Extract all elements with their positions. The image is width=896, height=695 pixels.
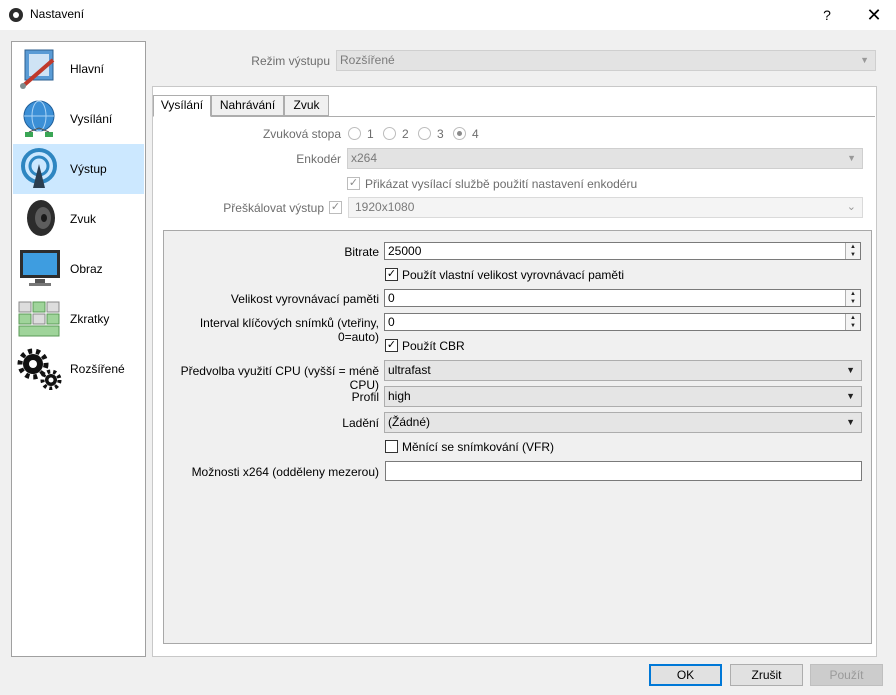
keyframe-interval-input[interactable]: 0 ▲ ▼ <box>384 313 861 331</box>
stream-globe-icon <box>23 100 55 137</box>
speaker-icon <box>27 200 55 236</box>
keyboard-icon <box>18 301 60 337</box>
x264-options-label: Možnosti x264 (odděleny mezerou) <box>191 465 379 479</box>
vfr-label: Měnící se snímkování (VFR) <box>402 440 555 454</box>
audio-track-radio-2[interactable] <box>383 127 396 140</box>
ok-button[interactable]: OK <box>649 664 722 686</box>
profile-value: high <box>388 389 411 403</box>
keyframe-interval-value: 0 <box>388 315 395 329</box>
buffer-size-input[interactable]: 0 ▲ ▼ <box>384 289 861 307</box>
rescale-select[interactable]: 1920x1080 ⌄ <box>348 197 863 218</box>
sidebar-item-label: Hlavní <box>70 62 105 76</box>
chevron-down-icon: ▼ <box>860 55 869 65</box>
sidebar-item-label: Zvuk <box>70 212 97 226</box>
output-mode-value: Rozšířené <box>340 53 395 67</box>
encoder-select[interactable]: x264 ▼ <box>347 148 863 169</box>
gears-icon <box>17 348 62 390</box>
obs-logo-icon <box>9 8 23 22</box>
audio-track-radio-label: 4 <box>472 127 479 141</box>
general-icon <box>20 49 55 89</box>
audio-track-radio-1[interactable] <box>348 127 361 140</box>
settings-sidebar: Hlavní Vysílání Výstup Zvuk Obraz Zkratk… <box>11 41 146 657</box>
sidebar-item-stream[interactable]: Vysílání <box>13 94 144 144</box>
tab-streaming[interactable]: Vysílání <box>153 95 211 117</box>
sidebar-item-label: Vysílání <box>70 112 113 126</box>
encoder-label: Enkodér <box>296 152 341 166</box>
profile-select[interactable]: high ▼ <box>384 386 862 407</box>
output-mode-select[interactable]: Rozšířené ▼ <box>336 50 876 71</box>
tune-label: Ladění <box>342 416 379 430</box>
sidebar-item-label: Zkratky <box>70 312 110 326</box>
tab-recording[interactable]: Nahrávání <box>211 95 284 116</box>
sidebar-item-label: Rozšířené <box>70 362 125 376</box>
rescale-value: 1920x1080 <box>355 200 415 214</box>
sidebar-item-output[interactable]: Výstup <box>13 144 144 194</box>
keyframe-interval-stepper[interactable]: ▲ ▼ <box>845 314 860 330</box>
encoder-value: x264 <box>351 151 378 165</box>
bitrate-value: 25000 <box>388 244 422 258</box>
chevron-down-icon: ▼ <box>847 153 856 163</box>
title-bar: Nastavení ? ✕ <box>0 0 896 30</box>
chevron-down-icon: ⌄ <box>846 201 856 213</box>
keyframe-interval-label: Interval klíčových snímků (vteřiny, 0=au… <box>199 316 379 344</box>
sidebar-item-label: Výstup <box>70 162 107 176</box>
window-title: Nastavení <box>30 7 85 21</box>
apply-button[interactable]: Použít <box>810 664 883 686</box>
tune-value: (Žádné) <box>388 415 431 429</box>
custom-buffer-checkbox[interactable]: ✓ <box>385 268 398 281</box>
audio-track-radio-label: 1 <box>367 127 374 141</box>
buffer-size-value: 0 <box>388 291 395 305</box>
monitor-icon <box>20 250 60 286</box>
cancel-button[interactable]: Zrušit <box>730 664 803 686</box>
chevron-down-icon: ▼ <box>846 417 855 427</box>
chevron-down-icon: ▼ <box>846 365 855 375</box>
sidebar-item-general[interactable]: Hlavní <box>13 44 144 94</box>
enforce-encoder-checkbox[interactable]: ✓ <box>347 177 360 190</box>
chevron-down-icon: ▼ <box>846 391 855 401</box>
profile-label: Profil <box>351 390 379 404</box>
enforce-encoder-label: Přikázat vysílací službě použití nastave… <box>365 177 638 191</box>
sidebar-item-hotkeys[interactable]: Zkratky <box>13 294 144 344</box>
tab-audio[interactable]: Zvuk <box>284 95 329 116</box>
sidebar-item-advanced[interactable]: Rozšířené <box>13 344 144 394</box>
buffer-size-label: Velikost vyrovnávací paměti <box>230 292 379 306</box>
audio-track-radio-label: 3 <box>437 127 444 141</box>
tune-select[interactable]: (Žádné) ▼ <box>384 412 862 433</box>
vfr-checkbox[interactable] <box>385 440 398 453</box>
bitrate-input[interactable]: 25000 ▲ ▼ <box>384 242 861 260</box>
cpu-preset-value: ultrafast <box>388 363 431 377</box>
custom-buffer-label: Použít vlastní velikost vyrovnávací pamě… <box>402 268 625 282</box>
output-broadcast-icon <box>21 148 57 188</box>
rescale-label: Přeškálovat výstup <box>223 201 324 215</box>
audio-track-radio-3[interactable] <box>418 127 431 140</box>
audio-track-radio-4[interactable] <box>453 127 466 140</box>
cbr-label: Použít CBR <box>402 339 465 353</box>
audio-track-label: Zvuková stopa <box>262 127 341 141</box>
buffer-size-stepper[interactable]: ▲ ▼ <box>845 290 860 306</box>
close-button[interactable]: ✕ <box>856 0 892 30</box>
sidebar-item-audio[interactable]: Zvuk <box>13 194 144 244</box>
x264-options-input[interactable] <box>385 461 862 481</box>
cbr-checkbox[interactable]: ✓ <box>385 339 398 352</box>
sidebar-item-video[interactable]: Obraz <box>13 244 144 294</box>
audio-track-radio-label: 2 <box>402 127 409 141</box>
output-mode-label: Režim výstupu <box>251 54 330 68</box>
help-button[interactable]: ? <box>812 0 842 30</box>
sidebar-item-label: Obraz <box>70 262 103 276</box>
cpu-preset-label: Předvolba využití CPU (vyšší = méně CPU) <box>180 364 379 392</box>
bitrate-stepper[interactable]: ▲ ▼ <box>845 243 860 259</box>
bitrate-label: Bitrate <box>344 245 379 259</box>
cpu-preset-select[interactable]: ultrafast ▼ <box>384 360 862 381</box>
rescale-checkbox[interactable]: ✓ <box>329 201 342 214</box>
